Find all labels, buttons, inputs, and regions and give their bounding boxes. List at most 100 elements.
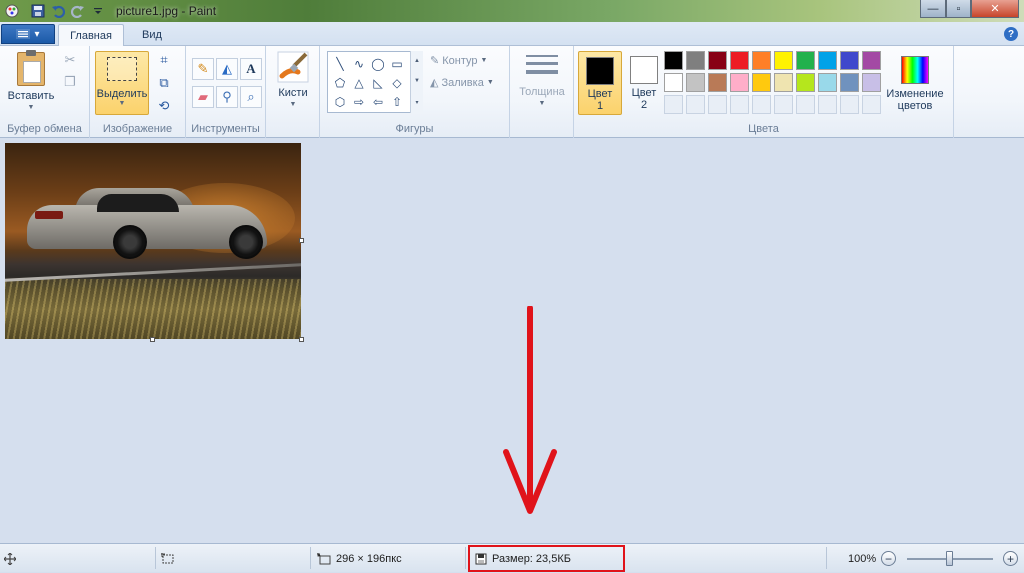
zoom-out-button[interactable]: − — [881, 551, 896, 566]
brush-icon — [277, 51, 309, 83]
resize-handle-right[interactable] — [299, 238, 304, 243]
canvas-area[interactable] — [0, 138, 1024, 543]
paint-app-icon[interactable] — [4, 3, 20, 19]
palette-custom-slot[interactable] — [730, 95, 749, 114]
up-arrow-shape-icon[interactable]: ⇧ — [389, 93, 405, 111]
palette-custom-slot[interactable] — [686, 95, 705, 114]
clipboard-group-label: Буфер обмена — [7, 123, 82, 135]
help-icon[interactable]: ? — [1004, 27, 1018, 41]
right-triangle-shape-icon[interactable]: ◺ — [370, 74, 386, 92]
palette-custom-slot[interactable] — [796, 95, 815, 114]
palette-color-swatch[interactable] — [752, 51, 771, 70]
resize-handle-corner[interactable] — [299, 337, 304, 342]
palette-color-swatch[interactable] — [818, 73, 837, 92]
hexagon-shape-icon[interactable]: ⬡ — [332, 93, 348, 111]
palette-color-swatch[interactable] — [818, 51, 837, 70]
canvas-image[interactable] — [5, 143, 301, 339]
customize-qat-icon[interactable] — [90, 3, 106, 19]
pencil-icon[interactable]: ✎ — [192, 58, 214, 80]
left-arrow-shape-icon[interactable]: ⇦ — [370, 93, 386, 111]
polygon-shape-icon[interactable]: ⬠ — [332, 74, 348, 92]
color2-button[interactable]: Цвет 2 — [622, 51, 666, 115]
magnifier-icon[interactable]: ⌕ — [240, 86, 262, 108]
paint-menu-button[interactable]: ▾ — [1, 24, 55, 44]
minimize-button[interactable]: — — [920, 0, 946, 18]
copy-icon[interactable]: ❐ — [60, 72, 80, 92]
line-shape-icon[interactable]: ╲ — [332, 55, 348, 73]
palette-color-swatch[interactable] — [840, 51, 859, 70]
shapes-scrollbar[interactable]: ▲ ▼ ▾ — [410, 51, 423, 113]
palette-color-swatch[interactable] — [796, 73, 815, 92]
edit-colors-button[interactable]: Изменение цветов — [882, 52, 948, 112]
colors-group-label: Цвета — [748, 123, 779, 135]
palette-custom-slot[interactable] — [818, 95, 837, 114]
resize-icon[interactable]: ⧉ — [154, 73, 174, 93]
text-tool-icon[interactable]: A — [240, 58, 262, 80]
palette-color-swatch[interactable] — [752, 73, 771, 92]
palette-color-swatch[interactable] — [774, 73, 793, 92]
palette-custom-slot[interactable] — [752, 95, 771, 114]
palette-color-swatch[interactable] — [840, 73, 859, 92]
oval-shape-icon[interactable]: ◯ — [370, 55, 386, 73]
rotate-icon[interactable]: ⟲ — [154, 96, 174, 116]
select-label: Выделить — [96, 88, 148, 100]
triangle-shape-icon[interactable]: △ — [351, 74, 367, 92]
crop-icon[interactable]: ⌗ — [154, 50, 174, 70]
brushes-button[interactable]: Кисти ▼ — [270, 50, 316, 111]
diamond-shape-icon[interactable]: ◇ — [389, 74, 405, 92]
palette-color-swatch[interactable] — [708, 51, 727, 70]
close-button[interactable]: ✕ — [971, 0, 1019, 18]
tab-view[interactable]: Вид — [128, 24, 176, 46]
zoom-level: 100% — [848, 552, 877, 565]
fill-bucket-icon[interactable]: ◭ — [216, 58, 238, 80]
resize-handle-bottom[interactable] — [150, 337, 155, 342]
palette-color-swatch[interactable] — [730, 73, 749, 92]
palette-color-swatch[interactable] — [774, 51, 793, 70]
right-arrow-shape-icon[interactable]: ⇨ — [351, 93, 367, 111]
cut-icon[interactable]: ✂ — [60, 50, 80, 70]
outline-button[interactable]: ✎ Контур ▼ — [430, 54, 487, 68]
select-button[interactable]: Выделить ▼ — [95, 51, 149, 115]
palette-color-swatch[interactable] — [730, 51, 749, 70]
line-thickness-icon — [526, 55, 558, 74]
rectangle-shape-icon[interactable]: ▭ — [389, 55, 405, 73]
scroll-down-icon[interactable]: ▼ — [414, 78, 420, 84]
image-dimensions: 296 × 196пкс — [317, 544, 402, 573]
shapes-group-label: Фигуры — [395, 123, 434, 135]
paste-button[interactable]: Вставить ▼ — [4, 46, 58, 114]
palette-color-swatch[interactable] — [708, 73, 727, 92]
palette-color-swatch[interactable] — [862, 73, 881, 92]
expand-gallery-icon[interactable]: ▾ — [415, 99, 418, 106]
save-icon[interactable] — [30, 3, 46, 19]
palette-custom-slot[interactable] — [862, 95, 881, 114]
color1-button[interactable]: Цвет 1 — [578, 51, 622, 115]
palette-color-swatch[interactable] — [862, 51, 881, 70]
color-picker-icon[interactable]: ⚲ — [216, 86, 238, 108]
palette-color-swatch[interactable] — [796, 51, 815, 70]
fill-button[interactable]: ◭ Заливка ▼ — [430, 76, 494, 90]
curve-shape-icon[interactable]: ∿ — [351, 55, 367, 73]
palette-color-swatch[interactable] — [686, 51, 705, 70]
tab-home[interactable]: Главная — [58, 24, 124, 46]
palette-color-swatch[interactable] — [686, 73, 705, 92]
zoom-in-button[interactable]: + — [1003, 551, 1018, 566]
size-group: Толщина ▼ — [510, 46, 574, 138]
eraser-icon[interactable]: ▰ — [192, 86, 214, 108]
redo-icon[interactable] — [70, 3, 86, 19]
paste-icon — [17, 50, 45, 86]
clipboard-group: Вставить ▼ ✂ ❐ Буфер обмена — [0, 46, 90, 138]
palette-custom-slot[interactable] — [664, 95, 683, 114]
palette-custom-slot[interactable] — [840, 95, 859, 114]
palette-color-swatch[interactable] — [664, 73, 683, 92]
image-dimensions-text: 296 × 196пкс — [336, 552, 402, 565]
palette-color-swatch[interactable] — [664, 51, 683, 70]
zoom-slider-thumb[interactable] — [946, 551, 953, 566]
maximize-button[interactable]: ▫ — [946, 0, 971, 18]
size-button[interactable]: Толщина ▼ — [514, 52, 570, 110]
palette-custom-slot[interactable] — [708, 95, 727, 114]
palette-custom-slot[interactable] — [774, 95, 793, 114]
undo-icon[interactable] — [50, 3, 66, 19]
fill-label: Заливка — [441, 76, 484, 89]
scroll-up-icon[interactable]: ▲ — [414, 58, 420, 64]
chevron-down-icon: ▼ — [289, 101, 297, 108]
